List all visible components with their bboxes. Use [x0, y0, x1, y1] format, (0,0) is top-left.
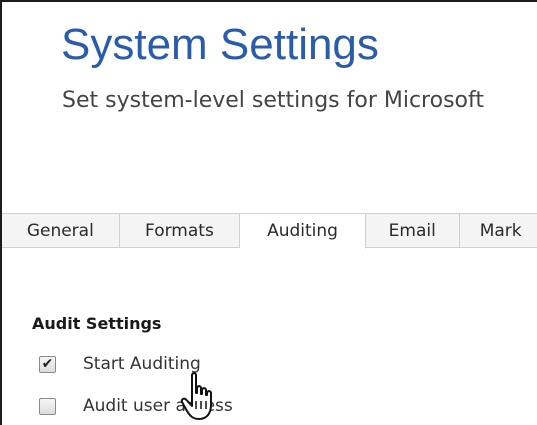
audit-user-access-option[interactable]: Audit user access: [39, 396, 233, 416]
tab-auditing[interactable]: Auditing: [240, 214, 366, 249]
settings-tab-strip: General Formats Auditing Email Mark: [2, 213, 537, 249]
audit-user-access-checkbox[interactable]: [39, 397, 56, 415]
tab-auditing-label: Auditing: [267, 221, 338, 241]
tab-general[interactable]: General: [2, 214, 120, 247]
tab-email-label: Email: [388, 220, 436, 241]
page-title: System Settings: [61, 20, 379, 69]
checkmark-icon: ✔: [41, 356, 54, 372]
tab-marketing[interactable]: Mark: [459, 214, 537, 247]
start-auditing-option[interactable]: ✔ Start Auditing: [39, 354, 201, 374]
settings-window: System Settings Set system-level setting…: [0, 0, 537, 425]
tab-marketing-label: Mark: [479, 220, 522, 241]
audit-settings-heading: Audit Settings: [32, 314, 162, 333]
tab-email[interactable]: Email: [365, 214, 460, 247]
start-auditing-label: Start Auditing: [83, 354, 201, 374]
tab-general-label: General: [26, 220, 94, 241]
tab-formats[interactable]: Formats: [119, 214, 241, 247]
start-auditing-checkbox[interactable]: ✔: [39, 355, 56, 373]
tab-formats-label: Formats: [145, 220, 214, 241]
page-subtitle: Set system-level settings for Microsoft: [62, 88, 484, 113]
audit-user-access-label: Audit user access: [83, 396, 233, 416]
